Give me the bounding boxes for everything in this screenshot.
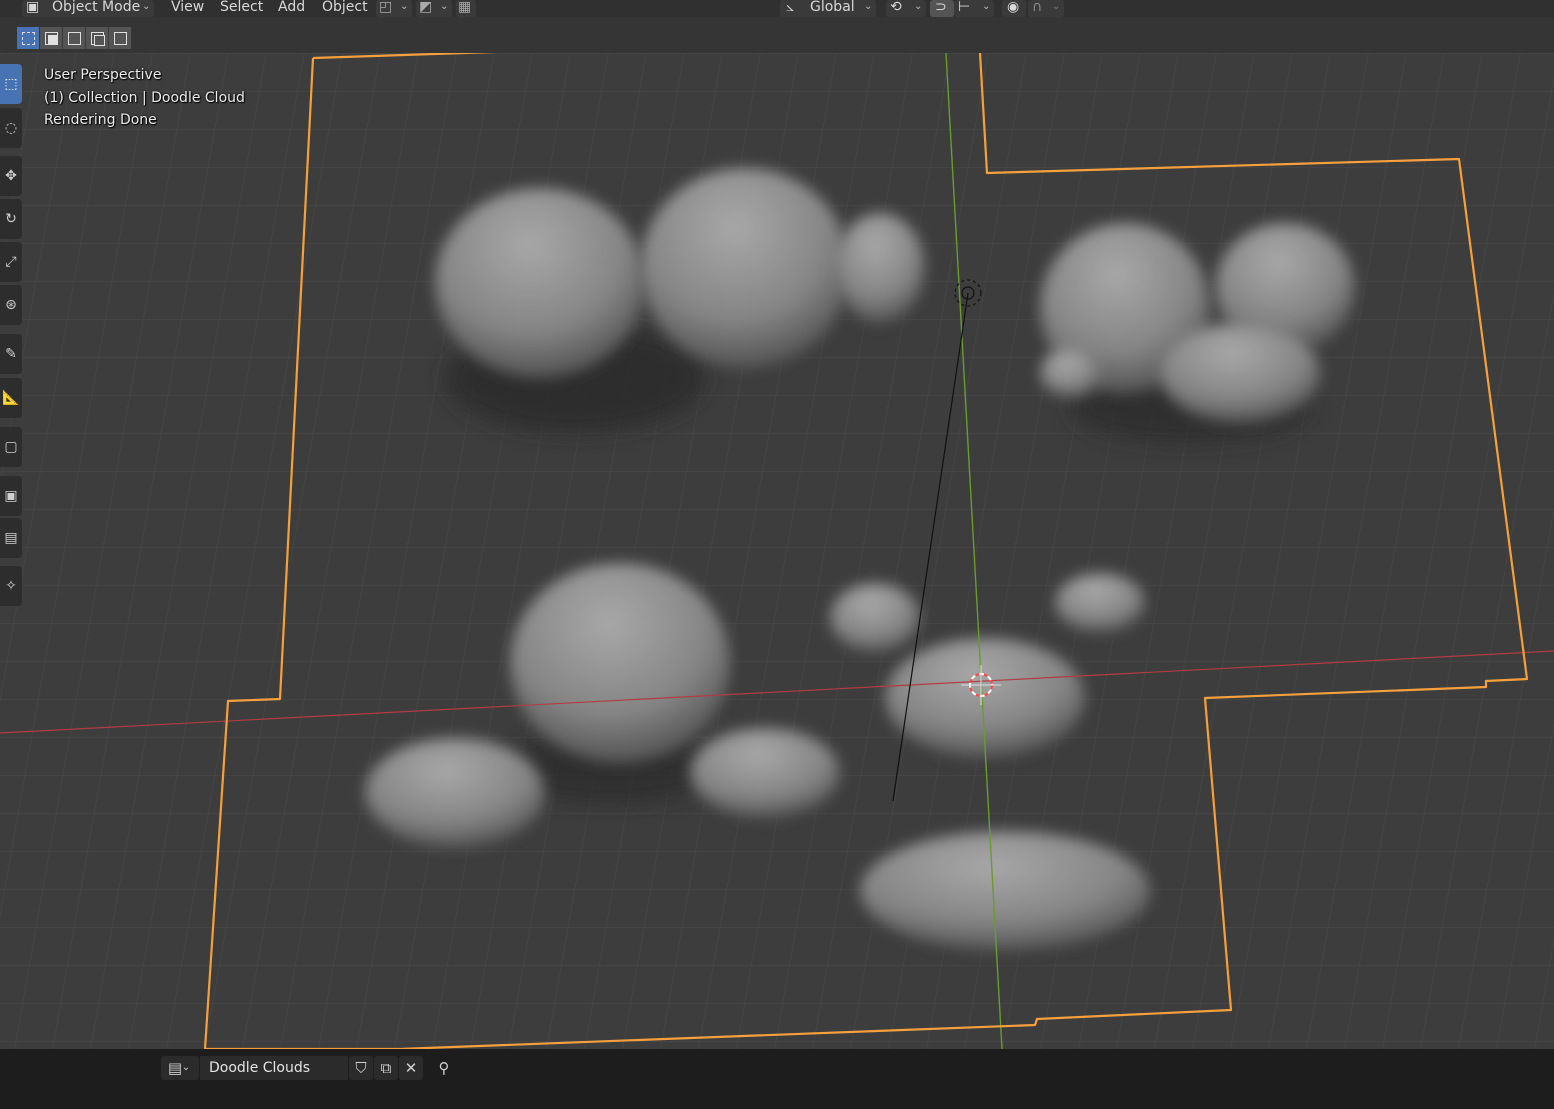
- move-tool[interactable]: ✥: [0, 156, 22, 196]
- move-icon: ✥: [5, 168, 17, 184]
- select-subtract-icon: [68, 32, 81, 45]
- pin-icon[interactable]: ⚲: [432, 1056, 456, 1080]
- proportional-edit-icon: ◉: [1007, 0, 1020, 15]
- chevron-down-icon: ⌄: [142, 1, 151, 12]
- cube-icon: ▢: [4, 439, 18, 455]
- selection-mode-group: [17, 27, 132, 49]
- mode-icon: ▣: [26, 0, 40, 15]
- pivot-icon: ◩: [419, 0, 433, 15]
- measure-tool[interactable]: 📐: [0, 378, 22, 418]
- xray-icon: ▦: [458, 0, 472, 15]
- chevron-down-icon: ⌄: [914, 1, 923, 12]
- transform-tool[interactable]: ⊛: [0, 285, 22, 325]
- scale-tool[interactable]: ⤢: [0, 242, 22, 282]
- snap-toggle[interactable]: ⊃: [930, 0, 954, 17]
- annotate-icon: ✎: [5, 346, 17, 362]
- unlink-datablock-button[interactable]: ✕: [399, 1056, 423, 1080]
- chevron-down-icon: ⌄: [400, 1, 409, 12]
- select-intersect-button[interactable]: [109, 27, 132, 49]
- menu-view[interactable]: View: [171, 0, 204, 18]
- rotate-icon: ↻: [5, 211, 17, 227]
- snap-element-dropdown[interactable]: ⊢ ⌄: [954, 0, 994, 17]
- 3d-viewport[interactable]: [0, 53, 1554, 1049]
- transform-icon: ⊛: [5, 297, 17, 313]
- mode-label: Object Mode: [52, 0, 141, 15]
- cloud-bottom-center: [860, 831, 1150, 951]
- select-extend-fill: [48, 35, 57, 44]
- snap-target-dropdown[interactable]: ◰ ⌄: [376, 0, 412, 17]
- mode-dropdown[interactable]: ▣ Object Mode ⌄: [22, 0, 154, 17]
- tool-extra-2-icon: ▤: [4, 530, 18, 546]
- close-icon: ✕: [404, 1059, 418, 1077]
- browse-datablock-button[interactable]: ▤ ⌄: [161, 1056, 199, 1080]
- duplicate-datablock-button[interactable]: ⧉: [374, 1056, 398, 1080]
- orientation-label: Global: [810, 0, 855, 15]
- select-difference-fill: [94, 35, 105, 46]
- viewport-info: User Perspective (1) Collection | Doodle…: [44, 64, 245, 132]
- falloff-dropdown[interactable]: ∩ ⌄: [1028, 0, 1064, 17]
- shield-icon: ⛉: [355, 1059, 367, 1077]
- select-box-icon: ⬚: [4, 76, 18, 92]
- snap-increment-icon: ⊢: [958, 0, 971, 15]
- collection-info: (1) Collection | Doodle Cloud: [44, 89, 245, 106]
- cloud-small-1: [830, 583, 920, 653]
- pivot-point-icon: ⟲: [890, 0, 902, 15]
- xray-toggle[interactable]: ▦: [456, 0, 476, 17]
- rotate-tool[interactable]: ↻: [0, 199, 22, 239]
- menu-add[interactable]: Add: [278, 0, 305, 18]
- viewport-canvas: [0, 53, 1554, 1049]
- chevron-down-icon: ⌄: [982, 1, 991, 12]
- select-difference-button[interactable]: [86, 27, 109, 49]
- transform-orientation-dropdown[interactable]: ⦣ Global ⌄: [780, 0, 876, 17]
- select-box-tool[interactable]: ⬚: [0, 64, 22, 104]
- header-bar: ▣ Object Mode ⌄ View Select Add Object ◰…: [0, 0, 1554, 17]
- datablock-name-field[interactable]: Doodle Clouds: [200, 1056, 348, 1080]
- tool-extra-2[interactable]: ▤: [0, 518, 22, 558]
- select-subtract-button[interactable]: [63, 27, 86, 49]
- select-intersect-icon: [114, 32, 127, 45]
- magnet-icon: ⊃: [935, 0, 947, 15]
- datablock-bar: ▤ ⌄ Doodle Clouds ⛉ ⧉ ✕ ⚲: [0, 1049, 1554, 1109]
- proportional-edit-toggle[interactable]: ◉: [1002, 0, 1026, 17]
- tool-extra-3-icon: ✧: [5, 578, 17, 594]
- fake-user-button[interactable]: ⛉: [349, 1056, 373, 1080]
- tool-extra-3[interactable]: ✧: [0, 566, 22, 606]
- select-new-button[interactable]: [17, 27, 40, 49]
- render-status: Rendering Done: [44, 112, 157, 128]
- chevron-down-icon: ⌄: [181, 1062, 191, 1073]
- menu-object[interactable]: Object: [322, 0, 368, 18]
- cursor-tool[interactable]: ◌: [0, 108, 22, 148]
- orientation-icon: ⦣: [786, 0, 795, 15]
- scale-icon: ⤢: [5, 254, 17, 270]
- cursor-icon: ◌: [4, 120, 18, 136]
- chevron-down-icon: ⌄: [440, 1, 449, 12]
- tool-extra-1[interactable]: ▣: [0, 476, 22, 516]
- toolbar: ⬚ ◌ ✥ ↻ ⤢ ⊛ ✎ 📐 ▢ ▣ ▤ ✧: [0, 62, 22, 606]
- falloff-curve-icon: ∩: [1032, 0, 1043, 15]
- pivot-point-dropdown[interactable]: ⟲ ⌄: [886, 0, 926, 17]
- duplicate-icon: ⧉: [380, 1059, 392, 1077]
- tool-settings-bar: [0, 17, 1554, 53]
- tool-extra-1-icon: ▣: [4, 488, 18, 504]
- view-name: User Perspective: [44, 67, 162, 83]
- annotate-tool[interactable]: ✎: [0, 334, 22, 374]
- measure-icon: 📐: [2, 390, 20, 406]
- chevron-down-icon: ⌄: [1052, 1, 1061, 12]
- select-new-icon: [22, 32, 35, 45]
- snap-icon: ◰: [379, 0, 393, 15]
- menu-select[interactable]: Select: [220, 0, 263, 18]
- pivot-dropdown[interactable]: ◩ ⌄: [416, 0, 452, 17]
- add-cube-tool[interactable]: ▢: [0, 427, 22, 467]
- cloud-small-2: [1055, 573, 1145, 633]
- select-extend-button[interactable]: [40, 27, 63, 49]
- chevron-down-icon: ⌄: [864, 1, 873, 12]
